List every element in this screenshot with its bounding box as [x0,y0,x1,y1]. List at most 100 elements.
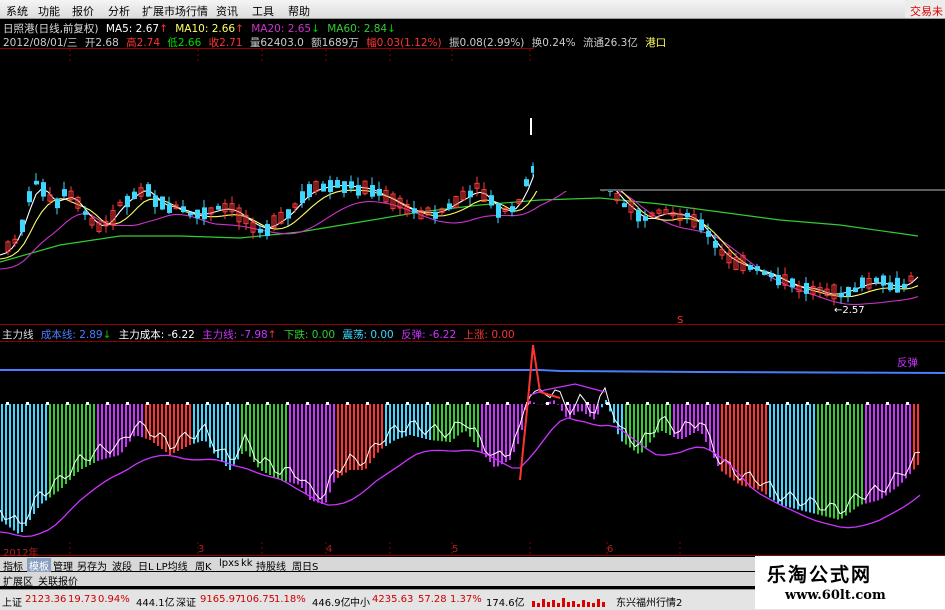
bar-top-dot [26,402,29,405]
bar-top-dot [666,402,669,405]
bar-top-dot [426,402,429,405]
candle-down [685,212,690,218]
cost-line-arrow: ↓ [102,329,112,341]
bar-top-dot [726,402,729,405]
bar-top-dot [166,402,169,405]
candle-down [181,206,186,213]
tab-daily-l[interactable]: 日L [138,558,154,573]
candle-down [132,191,137,199]
sz-change: 106.75 [240,594,275,605]
candle-down [125,195,130,208]
candle-down [321,183,326,192]
candle-down [699,219,704,231]
bar-top-dot [186,402,189,405]
tab-week-day-s[interactable]: 周日S [292,558,318,573]
bar-top-dot [126,402,129,405]
bar-top-dot [806,402,809,405]
candle-down [881,275,886,286]
candle-down [307,184,312,198]
tab-lpxs[interactable]: lpxs [219,558,239,569]
bar-top-dot [406,402,409,405]
candle-down [496,203,501,218]
chart-canvas[interactable]: 3.01 - 3.00←2.57S [0,0,945,609]
tab-holding-line[interactable]: 持股线 [256,558,286,573]
ma10-value: MA10: 2.66 [175,23,236,35]
close-value: 收2.71 [208,37,243,49]
bar-top-dot [306,402,309,405]
rebound-value: 反弹: -6.22 [401,329,457,341]
bar-top-dot [906,402,909,405]
tab-related-quote[interactable]: 关联报价 [38,573,78,588]
amplitude-value: 振0.08(2.99%) [448,37,525,49]
sh-index: 2123.36 [25,594,67,605]
sz-amount: 446.9亿 [312,598,351,609]
axis-label-6: 6 [607,544,614,555]
tab-manage[interactable]: 管理 [53,558,73,573]
bar-top-dot [786,402,789,405]
sh-pct: 0.94% [98,594,130,605]
feed-name[interactable]: 东兴福州行情2 [616,594,682,609]
bar-top-dot [826,402,829,405]
candle-down [839,292,844,298]
float-cap-value: 流通26.3亿 [582,37,638,49]
cost-line-value: 成本线: 2.89 [40,329,103,341]
candle-down [216,205,221,210]
tab-kk[interactable]: kk [241,558,253,569]
tab-weekly-k[interactable]: 周K [195,558,212,573]
tab-template[interactable]: 模板 [27,558,51,573]
bar-top-dot [46,402,49,405]
tab-band[interactable]: 波段 [112,558,132,573]
panel-separator [0,324,945,325]
bar-top-dot [326,402,329,405]
candle-down [706,230,711,237]
zx-amount: 174.6亿 [486,598,525,609]
indicator-toolbar: 指标 模板 管理 另存为 波段 日L LP均线 周K lpxs kk 持股线 周… [0,557,755,573]
candle-down [258,228,263,233]
bar-top-dot [286,402,289,405]
candle-down [713,240,718,248]
ma5-arrow: ↑ [159,23,168,35]
up-value: 上涨: 0.00 [463,329,515,341]
bar-top-dot [226,402,229,405]
tab-lp-ma[interactable]: LP均线 [156,558,188,573]
mini-volume-graph [532,598,605,607]
bar-top-dot [546,402,549,405]
zx-index: 4235.63 [372,594,414,605]
candle-down [846,287,851,297]
candle-down [34,180,39,185]
tab-indicator[interactable]: 指标 [3,558,23,573]
candle-down [160,196,165,210]
candle-down [895,277,900,293]
watermark: 乐淘公式网 www.60lt.com [755,556,945,609]
open-value: 开2.68 [84,37,119,49]
bar-top-dot [366,402,369,405]
ma-info-line: 日照港(日线,前复权) MA5: 2.67↑ MA10: 2.66↑ MA20:… [3,21,400,36]
bar-top-dot [246,402,249,405]
bar-top-dot [6,402,9,405]
sh-amount: 444.1亿 [136,598,175,609]
bar-top-dot [746,402,749,405]
candle-down [524,179,529,187]
candle-down [195,209,200,219]
candle-down [433,211,438,219]
bar-top-dot [846,402,849,405]
bar-top-dot [886,402,889,405]
candle-down [769,272,774,278]
cost-line [0,369,945,374]
bar-top-dot [466,402,469,405]
candle-down [790,278,795,288]
bar-top-dot [66,402,69,405]
candle-down [41,182,46,197]
bar-top-dot [606,402,609,405]
candle-down [328,180,333,193]
watermark-title: 乐淘公式网 [767,564,873,586]
indicator-legend: 主力线 成本线: 2.89↓ 主力成本: -6.22 主力线: -7.98↑ 下… [2,327,519,342]
main-line-value: 主力线: -7.98 [202,329,268,341]
zx-label: 中小 [350,598,370,609]
tab-save-as[interactable]: 另存为 [77,558,107,573]
date-value: 2012/08/01/三 [3,37,78,49]
candle-down [300,191,305,204]
sz-index: 9165.97 [200,594,242,605]
candle-down [853,287,858,293]
tab-extension-area[interactable]: 扩展区 [3,573,33,588]
